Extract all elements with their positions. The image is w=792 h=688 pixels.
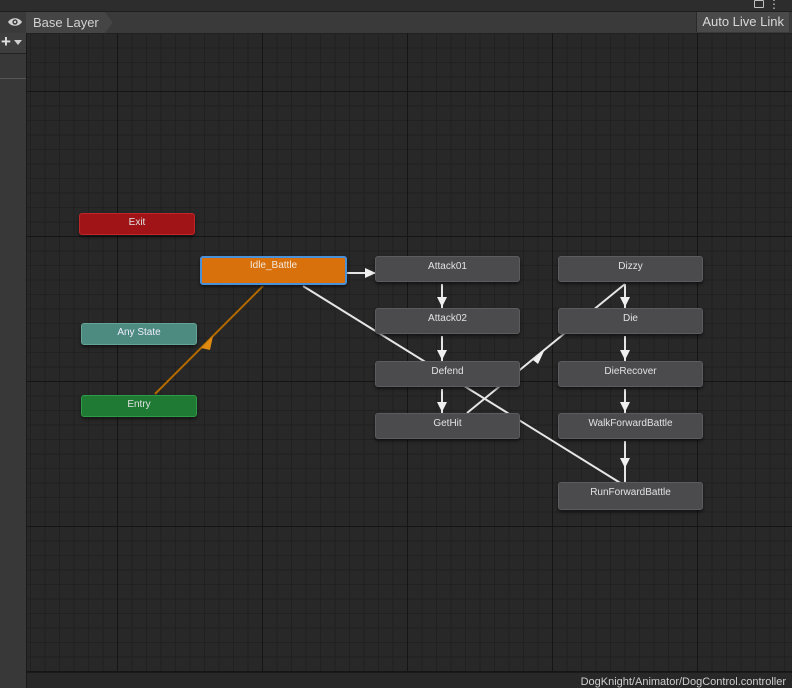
state-label: DieRecover: [604, 366, 657, 377]
state-label: RunForwardBattle: [590, 487, 671, 498]
window-top-strip: ⋮: [0, 0, 792, 12]
transition-arrow: [201, 336, 213, 350]
panel-divider: [0, 78, 26, 79]
state-label: Dizzy: [618, 261, 643, 272]
controller-path: DogKnight/Animator/DogControl.controller: [580, 676, 786, 688]
auto-live-link-label: Auto Live Link: [702, 14, 784, 29]
transition-arrow: [437, 350, 447, 360]
state-walkforwardbattle[interactable]: WalkForwardBattle: [558, 413, 703, 439]
state-any-state[interactable]: Any State: [81, 323, 197, 345]
caret-down-icon: [14, 40, 22, 45]
layers-panel: +: [0, 32, 27, 688]
breadcrumb-toolbar: Base Layer Auto Live Link: [0, 12, 792, 34]
transition-arrow: [620, 402, 630, 412]
transitions-layer: [154, 268, 630, 485]
state-runforwardbattle[interactable]: RunForwardBattle: [558, 482, 703, 510]
lock-icon[interactable]: [754, 0, 764, 8]
transition-arrow: [620, 297, 630, 307]
state-dierecover[interactable]: DieRecover: [558, 361, 703, 387]
state-label: GetHit: [433, 418, 462, 429]
state-label: Idle_Battle: [249, 260, 298, 271]
state-label: Defend: [431, 366, 464, 377]
state-gethit[interactable]: GetHit: [375, 413, 520, 439]
state-label: Any State: [117, 327, 161, 338]
state-label: Exit: [128, 217, 146, 228]
auto-live-link-button[interactable]: Auto Live Link: [696, 12, 789, 32]
breadcrumb-base-layer[interactable]: Base Layer: [26, 12, 113, 33]
transition-arrow: [620, 350, 630, 360]
kebab-icon[interactable]: ⋮: [768, 0, 780, 10]
state-label: Attack02: [428, 313, 467, 324]
state-attack01[interactable]: Attack01: [375, 256, 520, 282]
transition-arrow: [437, 402, 447, 412]
animator-window: ⋮ Base Layer Auto Live Link + Exit Any S…: [0, 0, 792, 688]
state-dizzy[interactable]: Dizzy: [558, 256, 703, 282]
transition-arrow: [620, 458, 630, 468]
transition-gethit-dizzy[interactable]: [466, 283, 626, 414]
transition-arrow: [437, 297, 447, 307]
state-defend[interactable]: Defend: [375, 361, 520, 387]
state-attack02[interactable]: Attack02: [375, 308, 520, 334]
eye-icon[interactable]: [7, 16, 23, 28]
breadcrumb-label: Base Layer: [33, 15, 99, 30]
state-exit[interactable]: Exit: [79, 213, 195, 235]
state-label: Die: [622, 313, 638, 324]
state-label: Attack01: [428, 261, 467, 272]
state-idle-battle[interactable]: Idle_Battle: [200, 256, 347, 285]
status-bar: DogKnight/Animator/DogControl.controller: [27, 672, 792, 688]
state-label: Entry: [127, 399, 151, 410]
plus-icon: +: [1, 32, 11, 51]
state-entry[interactable]: Entry: [81, 395, 197, 417]
state-die[interactable]: Die: [558, 308, 703, 334]
add-layer-button[interactable]: +: [0, 32, 26, 54]
state-machine-graph[interactable]: Exit Any State Entry Idle_Battle Attack0…: [27, 33, 792, 672]
state-label: WalkForwardBattle: [588, 418, 673, 429]
